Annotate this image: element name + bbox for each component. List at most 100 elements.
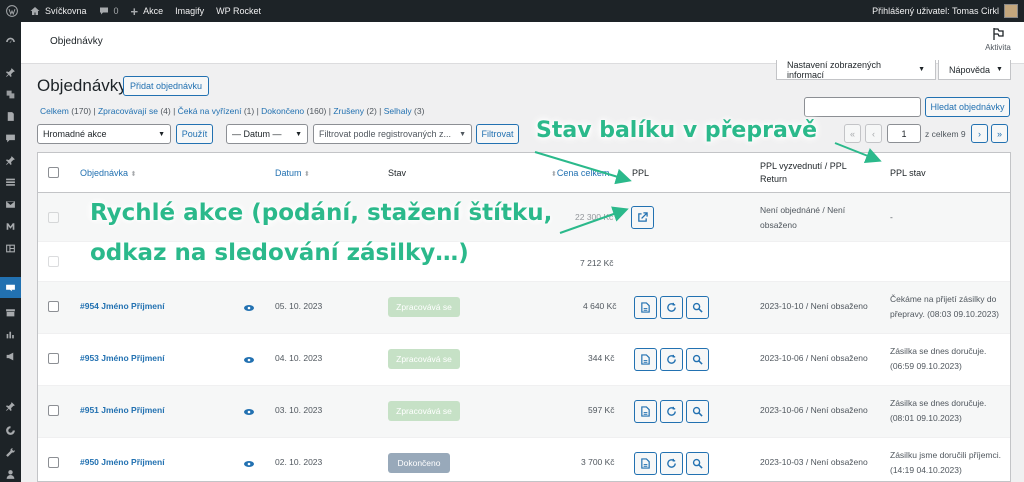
screen-options-tab[interactable]: Nastavení zobrazených informací ▼ xyxy=(776,60,936,80)
order-link[interactable]: #951 Jméno Příjmení xyxy=(80,403,165,418)
order-link[interactable]: #950 Jméno Příjmení xyxy=(80,455,165,470)
woocommerce-menu-icon[interactable] xyxy=(0,277,21,298)
refresh-button[interactable] xyxy=(660,452,683,475)
comments-link[interactable]: 0 xyxy=(93,0,125,22)
row-checkbox[interactable] xyxy=(48,405,59,416)
row-checkbox[interactable] xyxy=(48,301,59,312)
next-page-button[interactable]: › xyxy=(971,124,988,143)
row-checkbox[interactable] xyxy=(48,256,59,267)
add-order-button[interactable]: Přidat objednávku xyxy=(123,76,210,96)
filter-button[interactable]: Filtrovat xyxy=(476,124,519,144)
user-account-link[interactable]: Přihlášený uživatel: Tomas Cirkl xyxy=(866,0,1024,22)
column-total[interactable]: ⬍Cena celkem xyxy=(551,168,609,178)
analytics-menu-icon[interactable] xyxy=(4,328,17,341)
download-label-button[interactable] xyxy=(634,296,657,319)
current-page-input[interactable]: 1 xyxy=(887,124,921,143)
view-cancelled[interactable]: Zrušeny (2) xyxy=(333,106,376,116)
track-shipment-button[interactable] xyxy=(686,348,709,371)
view-failed[interactable]: Selhaly (3) xyxy=(384,106,425,116)
site-name-link[interactable]: Svíčkovna xyxy=(24,0,93,22)
marketing-menu-icon[interactable] xyxy=(4,350,17,363)
search-icon xyxy=(692,406,703,417)
view-processing[interactable]: Zpracovávají se (4) xyxy=(98,106,171,116)
list-menu-icon[interactable] xyxy=(4,176,17,189)
dashboard-menu-icon[interactable] xyxy=(4,35,17,48)
products-menu-icon[interactable] xyxy=(4,306,17,319)
wp-logo-button[interactable] xyxy=(0,0,24,22)
document-icon xyxy=(641,302,650,313)
pages-menu-icon[interactable] xyxy=(4,110,17,123)
ppl-pickup: 2023-10-10 / Není obsaženo xyxy=(760,301,868,311)
view-on-hold[interactable]: Čeká na vyřízení (1) xyxy=(178,106,255,116)
row-checkbox[interactable] xyxy=(48,212,59,223)
table-row[interactable]: #953 Jméno Příjmení 04. 10. 2023 Zpracov… xyxy=(38,334,1010,386)
customer-filter-select[interactable]: Filtrovat podle registrovaných z... ▼ xyxy=(313,124,472,144)
plus-icon: + xyxy=(130,3,139,19)
total-pages: z celkem 9 xyxy=(925,129,966,139)
table-row[interactable]: #951 Jméno Příjmení 03. 10. 2023 Zpracov… xyxy=(38,386,1010,438)
column-ppl-status: PPL stav xyxy=(890,168,926,178)
apply-button[interactable]: Použít xyxy=(176,124,213,144)
bulk-action-value: Hromadné akce xyxy=(43,129,107,139)
imagify-link[interactable]: Imagify xyxy=(169,0,210,22)
mail-menu-icon[interactable] xyxy=(4,198,17,211)
last-page-button[interactable]: » xyxy=(991,124,1008,143)
new-label: Akce xyxy=(143,6,164,16)
column-ppl: PPL xyxy=(632,168,650,178)
row-checkbox[interactable] xyxy=(48,457,59,468)
eye-icon[interactable] xyxy=(244,409,254,415)
pin-menu-icon[interactable] xyxy=(4,66,17,79)
order-link[interactable]: #953 Jméno Příjmení xyxy=(80,351,165,366)
pin2-menu-icon[interactable] xyxy=(4,154,17,167)
column-order[interactable]: Objednávka ⬍ xyxy=(80,168,136,178)
eye-icon[interactable] xyxy=(244,357,254,363)
track-shipment-button[interactable] xyxy=(686,400,709,423)
select-all-checkbox[interactable] xyxy=(48,167,59,178)
wrench-menu-icon[interactable] xyxy=(4,446,17,459)
status-badge: Zpracovává se xyxy=(388,349,460,369)
table-row[interactable]: #950 Jméno Příjmení 02. 10. 2023 Dokonče… xyxy=(38,438,1010,481)
search-input[interactable] xyxy=(804,97,921,117)
wp-rocket-link[interactable]: WP Rocket xyxy=(210,0,267,22)
layout-menu-icon[interactable] xyxy=(4,242,17,255)
refresh-button[interactable] xyxy=(660,296,683,319)
track-shipment-button[interactable] xyxy=(686,452,709,475)
comments-menu-icon[interactable] xyxy=(4,132,17,145)
m-menu-icon[interactable] xyxy=(4,220,17,233)
download-label-button[interactable] xyxy=(634,452,657,475)
order-date: 04. 10. 2023 xyxy=(275,353,323,363)
ppl-pickup: 2023-10-03 / Není obsaženo xyxy=(760,457,868,467)
refresh-button[interactable] xyxy=(660,400,683,423)
eye-icon[interactable] xyxy=(244,305,254,311)
media-menu-icon[interactable] xyxy=(4,88,17,101)
download-label-button[interactable] xyxy=(634,400,657,423)
order-total: 4 640 Kč xyxy=(583,301,617,311)
search-orders-button[interactable]: Hledat objednávky xyxy=(925,97,1010,117)
help-tab[interactable]: Nápověda ▼ xyxy=(938,60,1011,80)
new-content-link[interactable]: + Akce xyxy=(125,0,170,22)
row-checkbox[interactable] xyxy=(48,353,59,364)
first-page-button: « xyxy=(844,124,861,143)
track-shipment-button[interactable] xyxy=(686,296,709,319)
users-menu-icon[interactable] xyxy=(4,468,17,481)
ppl-pickup: Není objednáné / Není obsaženo xyxy=(760,205,846,230)
ppl-pickup: 2023-10-06 / Není obsaženo xyxy=(760,353,868,363)
eye-icon[interactable] xyxy=(244,461,254,467)
header-title: Objednávky xyxy=(50,36,103,47)
order-link[interactable]: #954 Jméno Příjmení xyxy=(80,299,165,314)
refresh-button[interactable] xyxy=(660,348,683,371)
flag-icon xyxy=(992,28,1004,40)
date-filter-select[interactable]: — Datum — ▼ xyxy=(226,124,308,144)
comments-count: 0 xyxy=(113,6,119,16)
column-date[interactable]: Datum ⬍ xyxy=(275,168,310,178)
tools-menu-icon[interactable] xyxy=(4,400,17,413)
circle-menu-icon[interactable] xyxy=(4,424,17,437)
view-all[interactable]: Celkem (170) xyxy=(40,106,91,116)
table-row[interactable]: #954 Jméno Příjmení 05. 10. 2023 Zpracov… xyxy=(38,282,1010,334)
open-tracking-button[interactable] xyxy=(631,206,654,229)
activity-button[interactable]: Aktivita xyxy=(978,27,1018,52)
view-completed[interactable]: Dokončeno (160) xyxy=(261,106,326,116)
document-icon xyxy=(641,354,650,365)
bulk-action-select[interactable]: Hromadné akce ▼ xyxy=(37,124,171,144)
download-label-button[interactable] xyxy=(634,348,657,371)
